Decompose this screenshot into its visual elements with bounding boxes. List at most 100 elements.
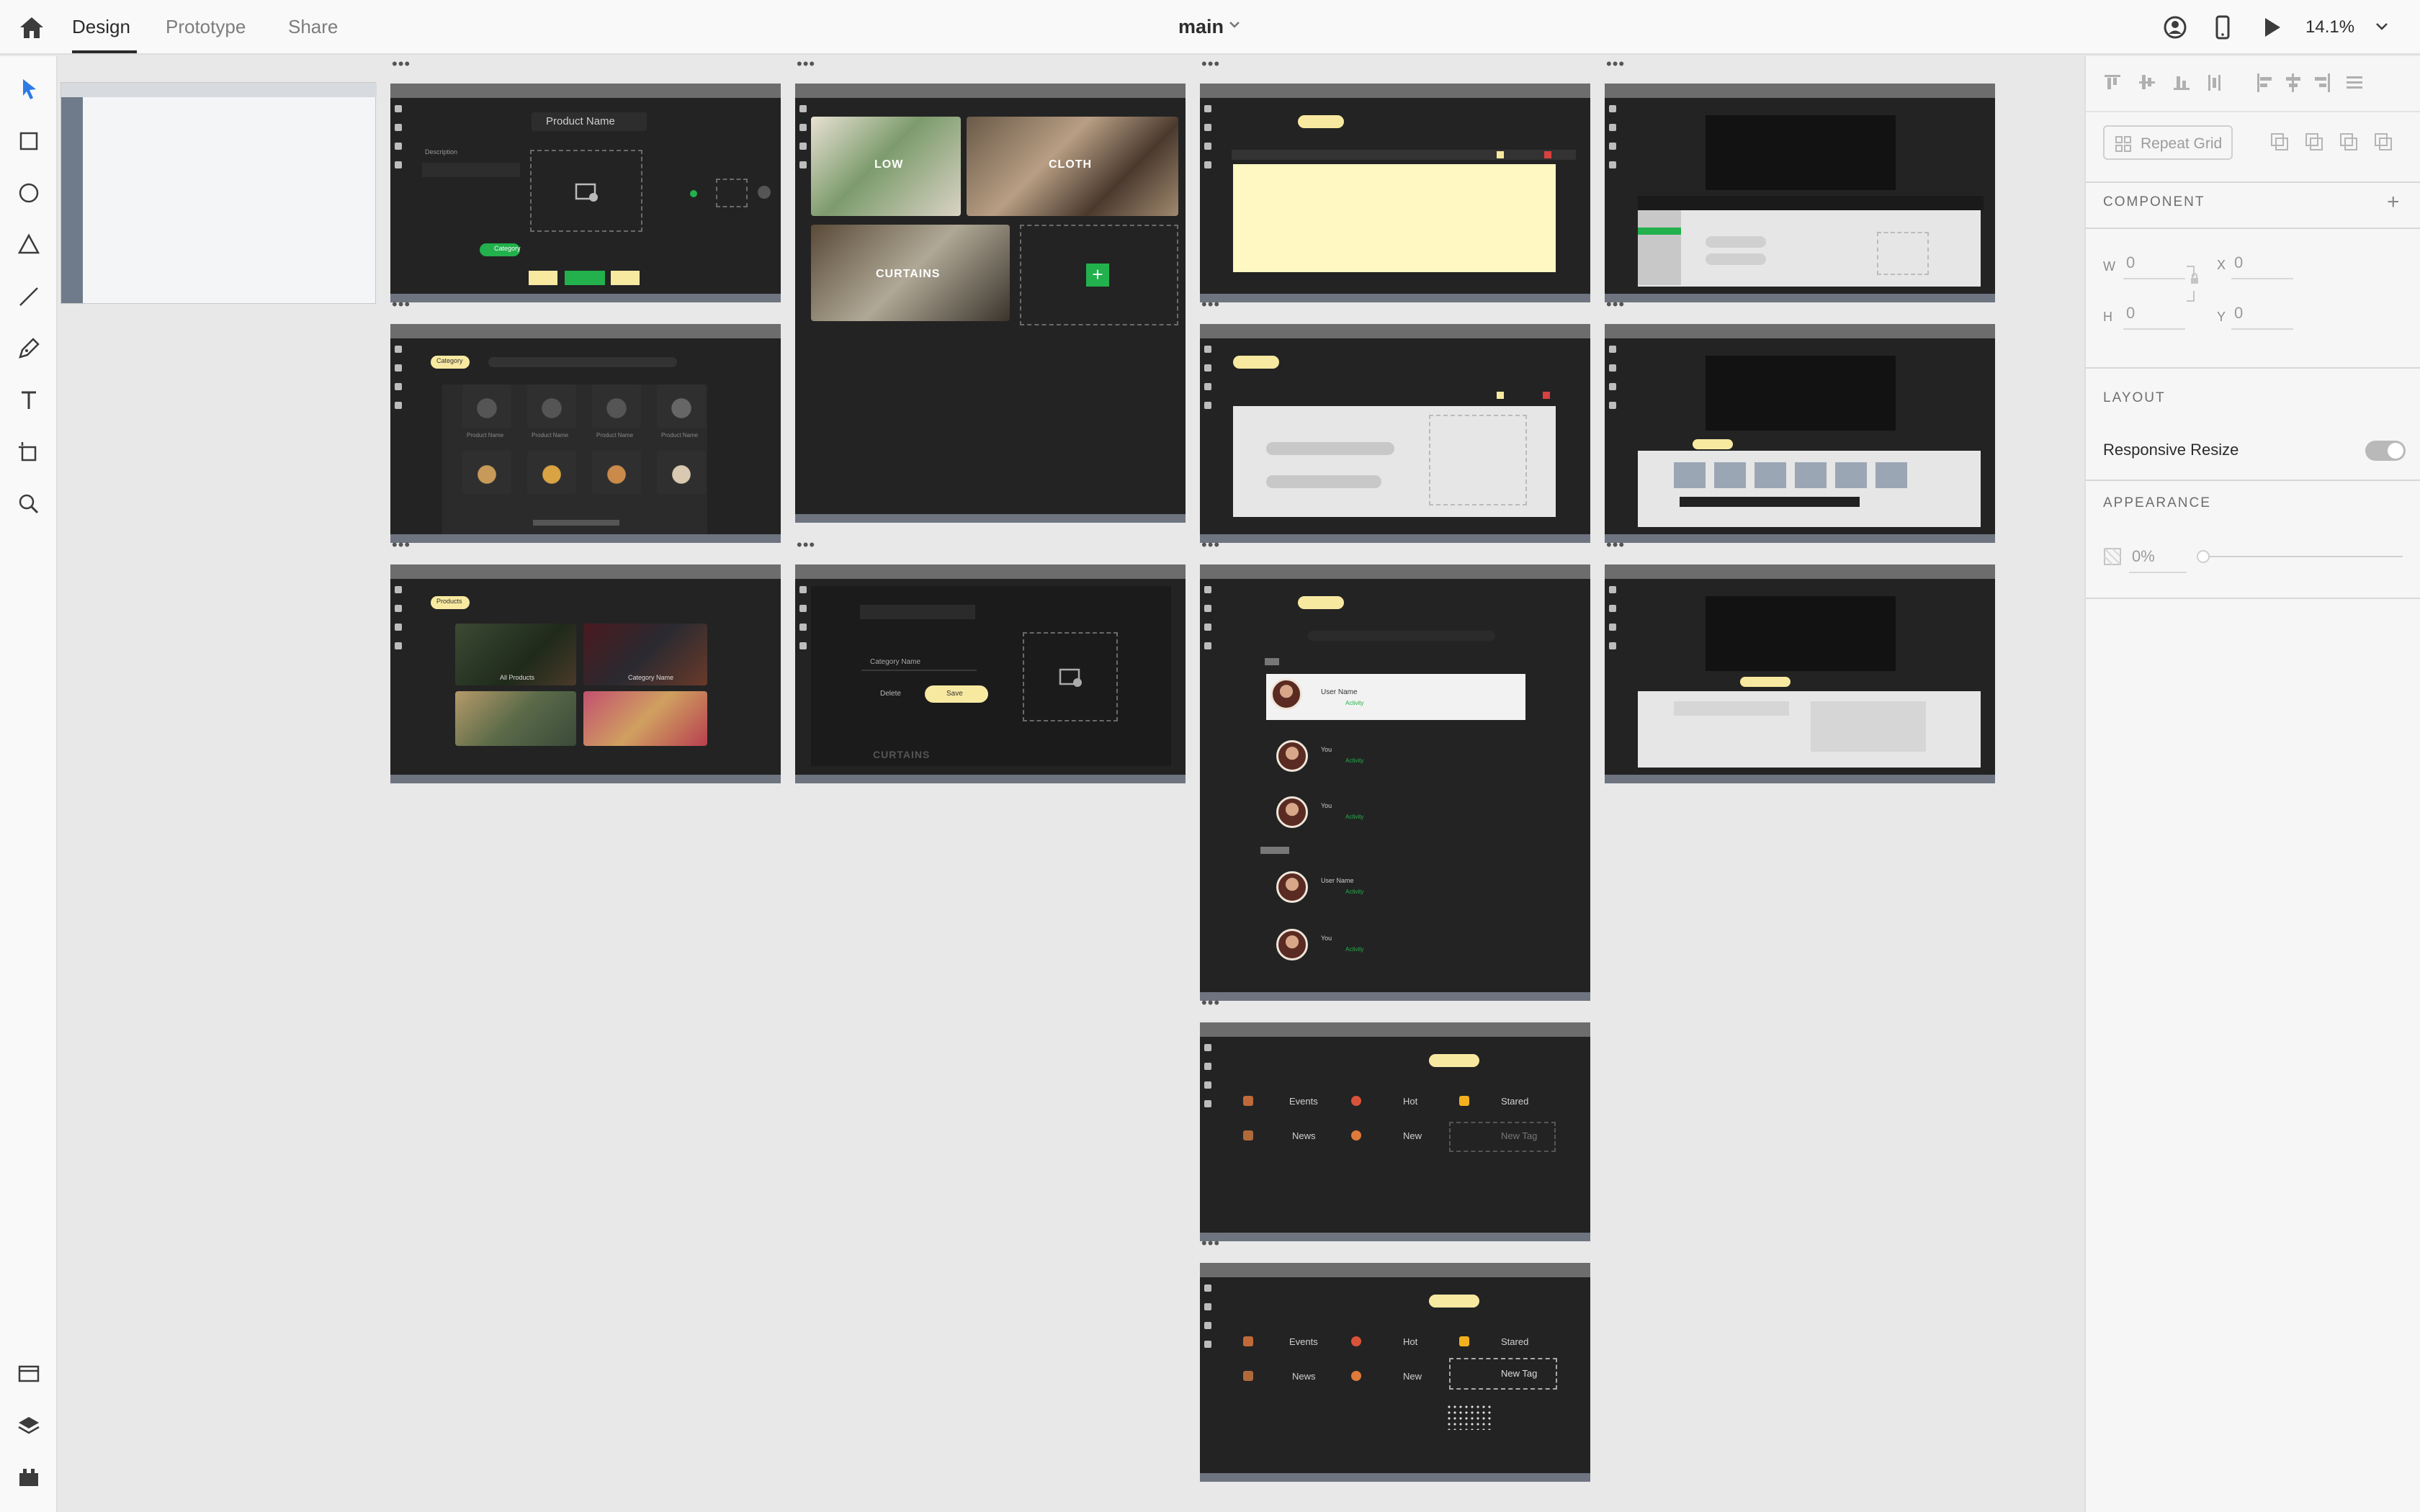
lock-proportions-icon[interactable] [2185, 261, 2204, 307]
artboard-categories-grid[interactable]: Category Product Name Product Name Produ… [390, 324, 781, 543]
opacity-input[interactable]: 0% [2132, 547, 2155, 566]
rectangle-icon[interactable] [14, 127, 43, 156]
document-title[interactable]: main [1178, 16, 1224, 38]
description-field[interactable] [422, 163, 520, 177]
product-thumbnail[interactable] [527, 451, 576, 494]
artboard-handle[interactable]: ••• [1201, 994, 1220, 1012]
image-dropzone[interactable] [1429, 415, 1527, 505]
artboard-handle[interactable]: ••• [1201, 1234, 1220, 1253]
triangle-icon[interactable] [14, 230, 43, 259]
tab-design[interactable]: Design [72, 16, 130, 38]
align-icons[interactable] [2103, 72, 2362, 94]
layers-icon[interactable] [14, 1411, 43, 1440]
next-icon[interactable] [758, 186, 771, 199]
y-input[interactable]: 0 [2234, 304, 2243, 323]
x-input[interactable]: 0 [2234, 253, 2243, 272]
tag-news[interactable]: News [1292, 1130, 1316, 1141]
artboard-media-step[interactable] [1605, 84, 1995, 302]
product-thumbnail[interactable] [657, 451, 706, 494]
activities-pill[interactable] [1298, 596, 1344, 609]
add-icon[interactable]: + [1086, 264, 1109, 287]
notes-field[interactable] [1811, 701, 1926, 752]
animation-thumb[interactable] [1795, 462, 1827, 488]
play-icon[interactable] [2259, 14, 2285, 40]
boolean-ops-icons[interactable] [2269, 130, 2406, 154]
tag-events[interactable]: Events [1289, 1096, 1318, 1107]
chevron-down-icon[interactable] [1229, 20, 1240, 29]
pen-icon[interactable] [14, 334, 43, 363]
artboard-tags-edit[interactable]: Events Hot Stared News New New Tag [1200, 1263, 1590, 1482]
delete-button[interactable]: Delete [880, 690, 901, 698]
search-input[interactable] [488, 357, 677, 367]
tag-news[interactable]: News [1292, 1371, 1316, 1382]
artboard-category-edit[interactable]: Category Name Delete Save CURTAINS [795, 564, 1186, 783]
add-component-icon[interactable]: + [2387, 190, 2400, 215]
product-thumbnail[interactable] [657, 384, 706, 428]
tab-prototype[interactable]: Prototype [166, 16, 246, 38]
activity-card-highlighted[interactable] [1266, 674, 1525, 720]
zoom-icon[interactable] [14, 490, 43, 518]
tag-new[interactable]: New [1403, 1371, 1422, 1382]
artboard-handle[interactable]: ••• [1606, 536, 1625, 554]
tag-hot[interactable]: Hot [1403, 1096, 1417, 1107]
description-pill[interactable] [1740, 677, 1791, 687]
product-thumbnail[interactable] [592, 451, 641, 494]
product-tile[interactable] [583, 691, 707, 746]
artboard-product-form[interactable]: Product Name Description Category [390, 84, 781, 302]
artboard-handle[interactable]: ••• [392, 55, 411, 73]
add-step-button[interactable] [1638, 228, 1681, 235]
artboard-category-tiles[interactable]: LOW CLOTH CURTAINS + [795, 84, 1186, 523]
product-thumbnail[interactable] [462, 384, 511, 428]
article-name-field[interactable] [1266, 442, 1394, 455]
scrollbar[interactable] [533, 520, 619, 526]
animation-thumb[interactable] [1754, 462, 1786, 488]
responsive-resize-toggle[interactable] [2365, 441, 2406, 461]
repeat-grid-button[interactable]: Repeat Grid [2103, 125, 2233, 160]
artboard-handle[interactable]: ••• [1201, 55, 1220, 73]
artboard-tags[interactable]: Events Hot Stared News New New Tag [1200, 1022, 1590, 1241]
new-topic-pill[interactable] [1298, 115, 1344, 128]
thumbnail-slot[interactable] [716, 179, 748, 207]
home-icon[interactable] [17, 14, 46, 40]
tag-name-field[interactable] [1266, 475, 1381, 488]
artboard-handle[interactable]: ••• [1606, 55, 1625, 73]
new-topic-pill[interactable] [1233, 356, 1279, 369]
height-input[interactable]: 0 [2126, 304, 2135, 323]
artboard-handle[interactable]: ••• [392, 295, 411, 314]
artboard-media-description[interactable] [1605, 564, 1995, 783]
product-thumbnail[interactable] [462, 451, 511, 494]
delete-icon[interactable] [1543, 392, 1550, 399]
delete-button[interactable] [529, 271, 557, 285]
tag-stared[interactable]: Stared [1501, 1096, 1528, 1107]
animation-thumb[interactable] [1714, 462, 1746, 488]
image-dropzone[interactable] [1877, 232, 1929, 275]
animation-thumb[interactable] [1876, 462, 1907, 488]
artboard-media-animations[interactable] [1605, 324, 1995, 543]
product-tile[interactable] [455, 691, 576, 746]
user-icon[interactable] [2162, 14, 2188, 40]
animation-thumb[interactable] [1674, 462, 1706, 488]
plugins-icon[interactable] [14, 1463, 43, 1492]
tab-share[interactable]: Share [288, 16, 338, 38]
zoom-level[interactable]: 14.1% [2305, 17, 2354, 37]
artboard-handle[interactable]: ••• [1201, 295, 1220, 314]
assets-icon[interactable] [14, 1359, 43, 1388]
artboard-handle[interactable]: ••• [392, 536, 411, 554]
animation-thumb[interactable] [1835, 462, 1867, 488]
tags-pill[interactable] [1429, 1054, 1479, 1067]
image-option[interactable] [1706, 236, 1766, 248]
artboard-activity-feed[interactable]: User Name Activity You Activity You Acti… [1200, 564, 1590, 1001]
width-input[interactable]: 0 [2126, 253, 2135, 272]
add-button[interactable] [565, 271, 605, 285]
artboard-text-editor[interactable] [1200, 84, 1590, 302]
artboard-products-grid[interactable]: Products All Products Category Name [390, 564, 781, 783]
line-icon[interactable] [14, 282, 43, 311]
tag-stared[interactable]: Stared [1501, 1336, 1528, 1347]
ellipse-icon[interactable] [14, 179, 43, 207]
tag-hot[interactable]: Hot [1403, 1336, 1417, 1347]
device-preview-icon[interactable] [2210, 14, 2236, 40]
tag-new[interactable]: New [1403, 1130, 1422, 1141]
select-icon[interactable] [14, 75, 43, 104]
product-thumbnail[interactable] [592, 384, 641, 428]
opacity-slider-track[interactable] [2201, 556, 2403, 557]
